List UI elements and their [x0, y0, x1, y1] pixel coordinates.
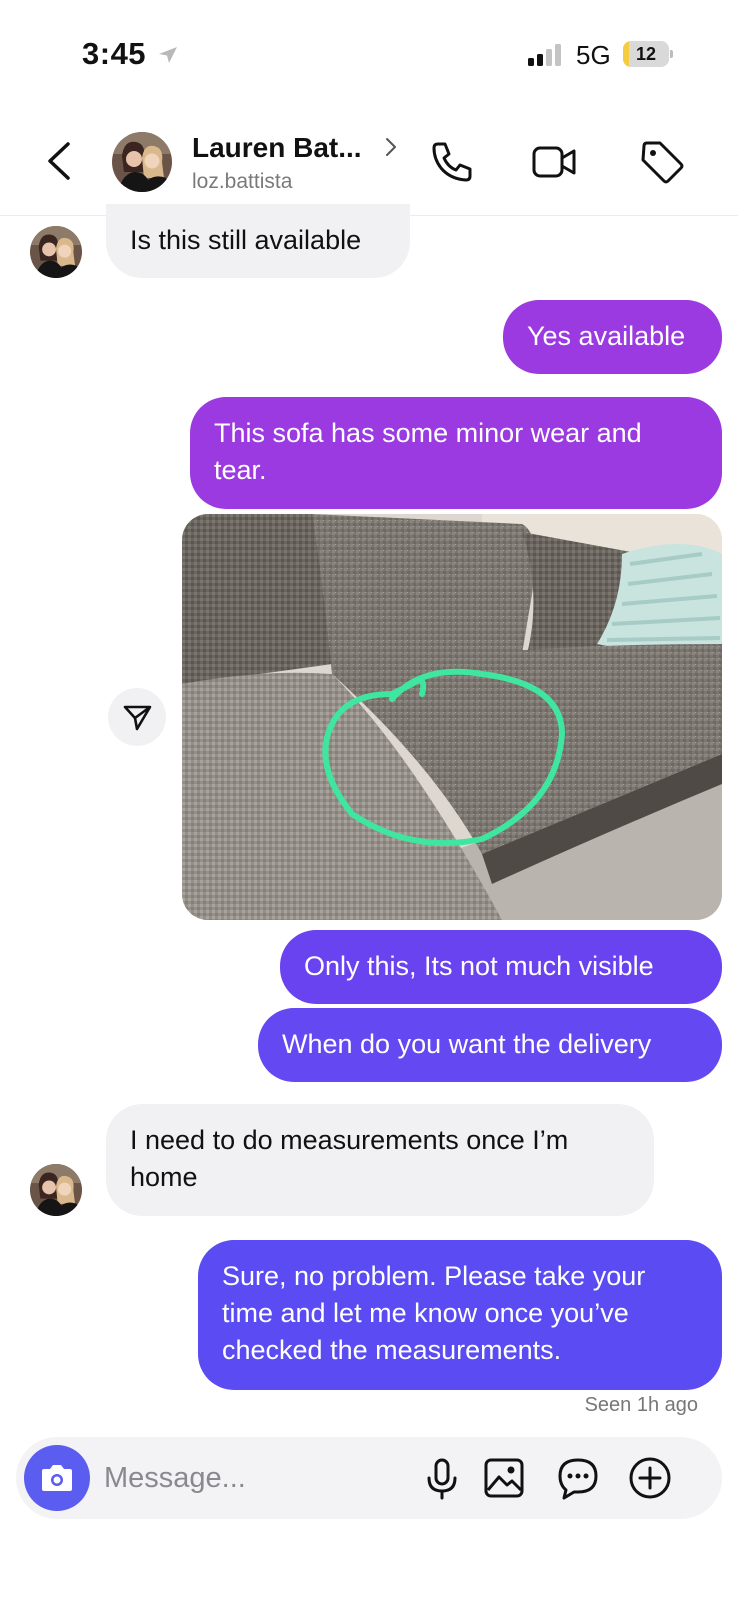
image-icon[interactable]: [480, 1454, 528, 1502]
send-icon: [123, 705, 152, 731]
sofa-image: [182, 514, 722, 920]
incoming-message[interactable]: I need to do measurements once I’m home: [106, 1104, 654, 1216]
conversation-header: Lauren Bat... loz.battista: [0, 110, 738, 216]
cellular-signal-icon: [528, 44, 561, 66]
video-camera-icon[interactable]: [530, 138, 578, 186]
status-bar: 3:45 5G 12: [0, 0, 738, 110]
microphone-icon[interactable]: [418, 1454, 466, 1502]
network-type: 5G: [576, 40, 611, 70]
plus-icon[interactable]: [626, 1454, 674, 1502]
tag-icon[interactable]: [638, 138, 686, 186]
message-text: Yes available: [527, 321, 686, 351]
battery-level: 12: [635, 44, 657, 64]
battery-indicator: 12: [623, 41, 673, 67]
message-text: When do you want the delivery: [282, 1029, 652, 1059]
contact-handle: loz.battista: [192, 170, 293, 193]
message-text: I need to do measurements once I’m home: [130, 1125, 569, 1192]
outgoing-message[interactable]: This sofa has some minor wear and tear.: [190, 397, 722, 509]
phone-icon[interactable]: [428, 138, 476, 186]
message-text: Is this still available: [130, 225, 362, 255]
message-input[interactable]: [104, 1453, 404, 1503]
message-text: Sure, no problem. Please take your time …: [222, 1261, 646, 1365]
share-button[interactable]: [108, 688, 166, 746]
chevron-right-icon[interactable]: [382, 134, 400, 160]
contact-name[interactable]: Lauren Bat...: [192, 132, 362, 164]
outgoing-message[interactable]: Sure, no problem. Please take your time …: [198, 1240, 722, 1390]
outgoing-message[interactable]: When do you want the delivery: [258, 1008, 722, 1082]
camera-button[interactable]: [24, 1445, 90, 1511]
sender-avatar[interactable]: [30, 1164, 82, 1216]
status-time: 3:45: [82, 36, 147, 71]
sender-avatar[interactable]: [30, 226, 82, 278]
contact-avatar[interactable]: [112, 132, 172, 192]
sticker-icon[interactable]: [554, 1454, 602, 1502]
message-text: Only this, Its not much visible: [304, 951, 654, 981]
message-text: This sofa has some minor wear and tear.: [214, 418, 642, 485]
camera-icon: [42, 1465, 72, 1491]
sofa-photo[interactable]: [182, 514, 722, 920]
message-composer: [16, 1437, 722, 1519]
seen-status: Seen 1h ago: [584, 1394, 698, 1416]
outgoing-message[interactable]: Only this, Its not much visible: [280, 930, 722, 1004]
location-arrow-icon: [159, 47, 177, 63]
chevron-left-icon[interactable]: [40, 136, 80, 186]
incoming-message[interactable]: Is this still available: [106, 204, 410, 278]
outgoing-message[interactable]: Yes available: [503, 300, 722, 374]
